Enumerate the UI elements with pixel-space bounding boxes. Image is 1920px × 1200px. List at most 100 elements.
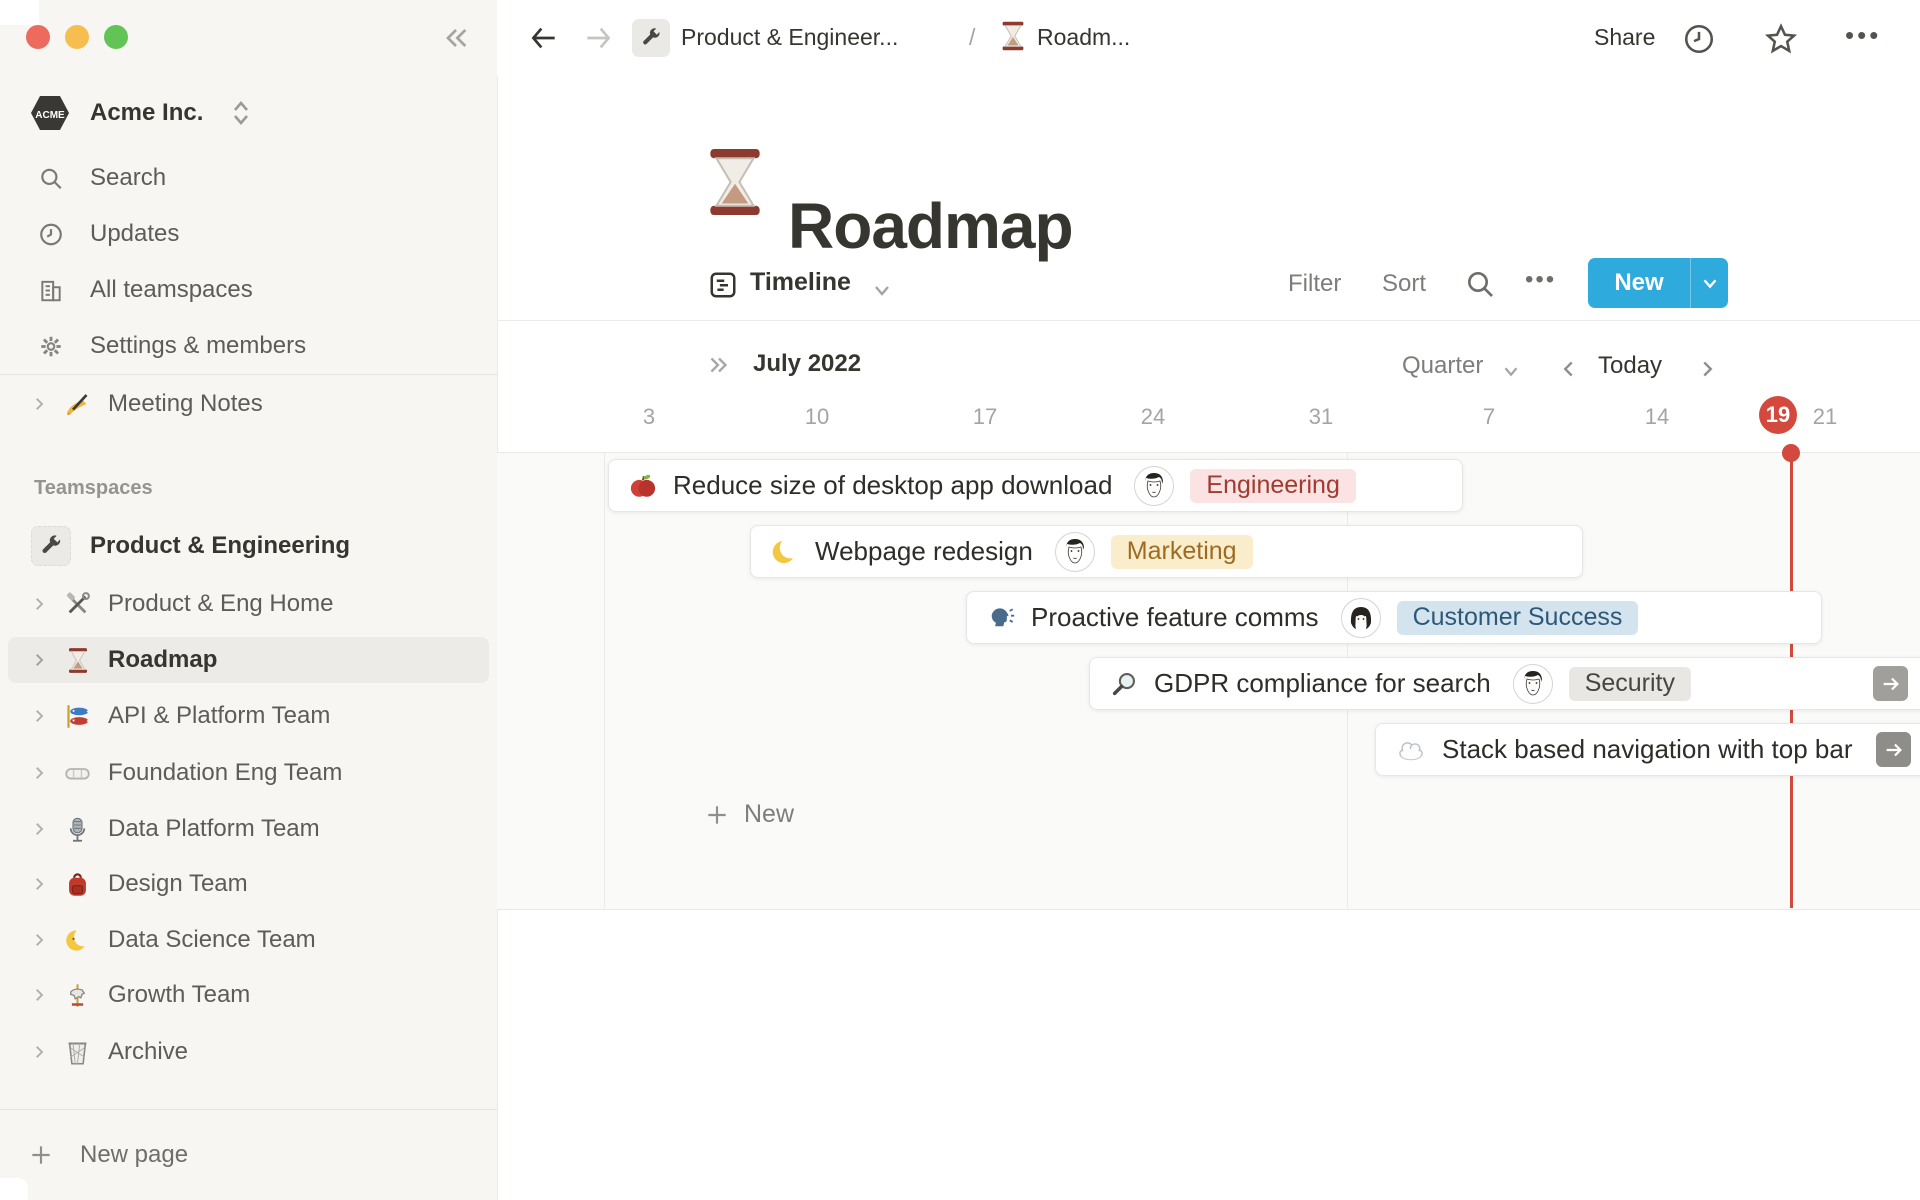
expand-timeline-icon[interactable] xyxy=(704,352,734,378)
close-window-button[interactable] xyxy=(26,25,50,49)
plus-icon xyxy=(28,1142,54,1168)
sidebar-item-all-teamspaces[interactable]: All teamspaces xyxy=(0,267,497,313)
search-icon[interactable] xyxy=(1464,268,1496,300)
cloud-icon xyxy=(1396,736,1426,764)
timeline-month-label: July 2022 xyxy=(753,350,862,377)
sidebar-item-data-science-team[interactable]: Data Science Team xyxy=(0,917,497,963)
sidebar-divider xyxy=(0,374,497,375)
chevron-down-icon[interactable] xyxy=(870,278,894,302)
sidebar-item-archive[interactable]: Archive xyxy=(0,1029,497,1075)
man-avatar xyxy=(1512,663,1553,704)
expand-chevron-icon[interactable] xyxy=(30,1043,52,1061)
workspace-name: Acme Inc. xyxy=(90,99,204,126)
next-period-icon[interactable] xyxy=(1694,354,1720,384)
more-options-icon[interactable]: ••• xyxy=(1845,20,1881,51)
expand-chevron-icon[interactable] xyxy=(30,651,52,669)
tag-security: Security xyxy=(1568,666,1691,701)
timeline-card-reduce-size[interactable]: Reduce size of desktop app download Engi… xyxy=(608,459,1463,512)
speaking-head-icon xyxy=(987,604,1015,632)
jump-to-end-button[interactable] xyxy=(1873,666,1908,701)
hammer-wrench-icon xyxy=(64,591,91,618)
breadcrumb-item[interactable]: Roadm... xyxy=(1037,24,1130,51)
filter-button[interactable]: Filter xyxy=(1288,270,1341,298)
timeline-card-webpage-redesign[interactable]: Webpage redesign Marketing xyxy=(750,525,1583,578)
today-line-dot xyxy=(1782,444,1800,462)
sidebar-item-product-eng-home[interactable]: Product & Eng Home xyxy=(0,581,497,627)
view-options-icon[interactable]: ••• xyxy=(1525,266,1556,294)
sidebar-item-updates[interactable]: Updates xyxy=(0,211,497,257)
star-icon[interactable] xyxy=(1763,22,1799,56)
minimize-window-button[interactable] xyxy=(65,25,89,49)
expand-chevron-icon[interactable] xyxy=(30,931,52,949)
expand-chevron-icon[interactable] xyxy=(30,595,52,613)
sidebar-divider xyxy=(0,1109,497,1110)
wastebasket-icon xyxy=(64,1039,91,1066)
breadcrumb-item[interactable]: Product & Engineer... xyxy=(681,24,898,51)
page-title[interactable]: Roadmap xyxy=(788,189,1074,263)
today-button[interactable]: Today xyxy=(1598,352,1662,380)
crescent-moon-icon xyxy=(771,537,799,566)
new-button[interactable]: New xyxy=(1588,258,1691,308)
forward-arrow-icon[interactable] xyxy=(581,22,615,54)
gear-icon xyxy=(38,333,64,359)
month-gridline xyxy=(604,452,605,908)
wrench-icon xyxy=(632,19,670,57)
timeline-card-gdpr-compliance[interactable]: GDPR compliance for search Security xyxy=(1089,657,1920,710)
writing-hand-icon xyxy=(64,391,91,418)
new-dropdown-button[interactable] xyxy=(1691,258,1728,308)
sort-button[interactable]: Sort xyxy=(1382,270,1426,298)
sidebar-item-growth-team[interactable]: Growth Team xyxy=(0,972,497,1018)
tag-marketing: Marketing xyxy=(1110,534,1253,569)
share-button[interactable]: Share xyxy=(1594,24,1655,51)
sidebar: ACME Acme Inc. Search Updates All teamsp… xyxy=(0,0,498,1200)
timeline-new-row-button[interactable]: New xyxy=(704,800,794,829)
microphone-icon xyxy=(64,816,91,843)
plus-icon xyxy=(708,805,726,824)
timeline-view-icon xyxy=(708,270,738,300)
date-label: 3 xyxy=(642,404,656,429)
jump-to-end-button[interactable] xyxy=(1876,732,1911,767)
zoom-window-button[interactable] xyxy=(104,25,128,49)
svg-text:ACME: ACME xyxy=(35,110,65,121)
tab-timeline[interactable]: Timeline xyxy=(750,268,851,297)
sidebar-item-design-team[interactable]: Design Team xyxy=(0,861,497,907)
date-label: 17 xyxy=(972,404,998,429)
workspace-switcher[interactable]: ACME Acme Inc. xyxy=(0,90,497,136)
page-icon-hourglass[interactable] xyxy=(706,144,764,220)
hourglass-icon xyxy=(64,647,91,674)
date-label: 14 xyxy=(1644,404,1670,429)
expand-chevron-icon[interactable] xyxy=(30,764,52,782)
sidebar-item-meeting-notes[interactable]: Meeting Notes xyxy=(0,381,497,427)
expand-chevron-icon[interactable] xyxy=(30,875,52,893)
clock-icon xyxy=(38,221,64,247)
back-arrow-icon[interactable] xyxy=(527,22,561,54)
new-page-button[interactable]: New page xyxy=(0,1132,497,1178)
hourglass-icon xyxy=(1000,20,1026,52)
expand-chevron-icon[interactable] xyxy=(30,986,52,1004)
timeline-zoom-select[interactable]: Quarter xyxy=(1402,352,1483,380)
prev-period-icon[interactable] xyxy=(1556,354,1582,384)
expand-chevron-icon[interactable] xyxy=(30,395,52,413)
date-label: 10 xyxy=(804,404,830,429)
sidebar-item-settings[interactable]: Settings & members xyxy=(0,323,497,369)
sidebar-item-api-platform-team[interactable]: API & Platform Team xyxy=(0,693,497,739)
workspace-chevron-updown-icon xyxy=(228,98,254,128)
sidebar-item-foundation-eng-team[interactable]: Foundation Eng Team xyxy=(0,750,497,796)
clock-icon[interactable] xyxy=(1682,22,1716,56)
goggles-icon xyxy=(64,760,91,787)
man-avatar xyxy=(1134,465,1175,506)
search-icon xyxy=(38,165,64,191)
expand-chevron-icon[interactable] xyxy=(30,820,52,838)
sidebar-item-product-engineering[interactable]: Product & Engineering xyxy=(0,523,497,569)
topbar: Product & Engineer... / Roadm... Share •… xyxy=(497,0,1920,76)
expand-chevron-icon[interactable] xyxy=(30,707,52,725)
window-corner-notch xyxy=(0,1178,28,1200)
sidebar-item-roadmap[interactable]: Roadmap xyxy=(0,637,497,683)
moon-face-icon xyxy=(64,927,91,954)
timeline-card-proactive-feature-comms[interactable]: Proactive feature comms Customer Success xyxy=(966,591,1822,644)
collapse-sidebar-icon[interactable] xyxy=(440,22,472,54)
sidebar-item-search[interactable]: Search xyxy=(0,155,497,201)
sidebar-item-data-platform-team[interactable]: Data Platform Team xyxy=(0,806,497,852)
app-window: ACME Acme Inc. Search Updates All teamsp… xyxy=(0,0,1920,1200)
timeline-card-stack-navigation[interactable]: Stack based navigation with top bar xyxy=(1375,723,1920,776)
